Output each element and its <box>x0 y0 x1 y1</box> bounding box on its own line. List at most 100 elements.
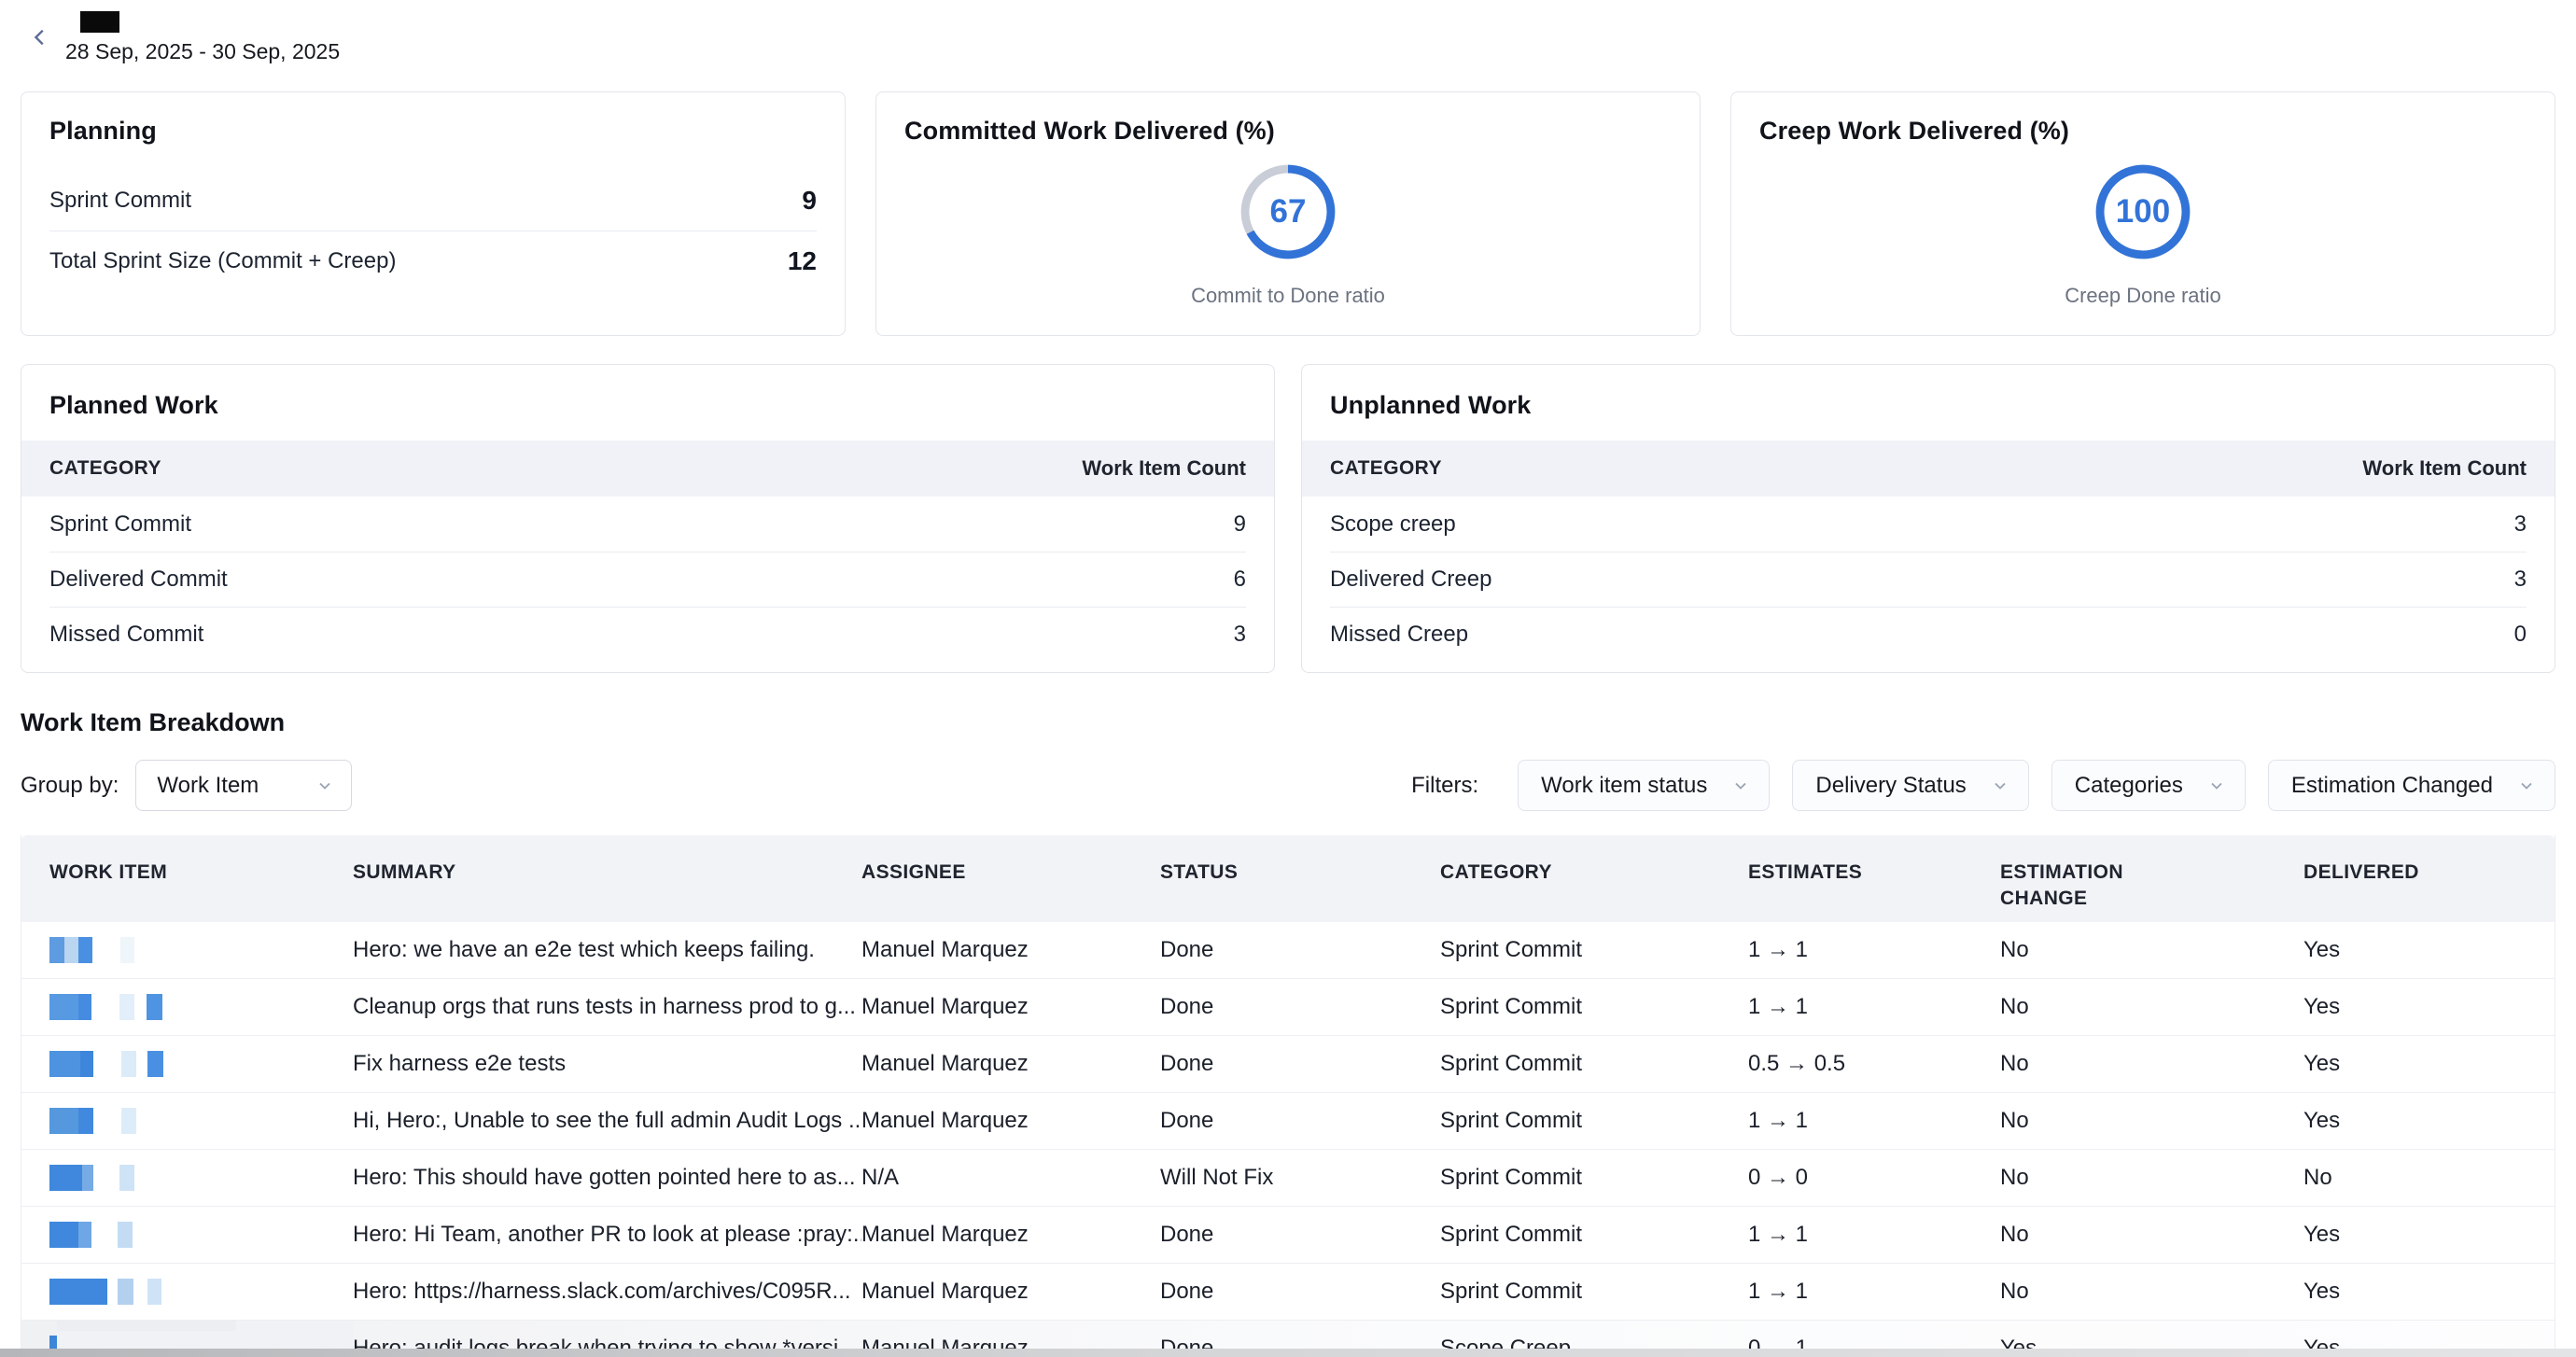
redacted-id-block <box>49 1108 78 1134</box>
table-row[interactable]: Hero: we have an e2e test which keeps fa… <box>21 922 2555 978</box>
redacted-id-block <box>147 994 162 1020</box>
count-column-header: Work Item Count <box>2362 456 2527 481</box>
planned-work-card: Planned Work CATEGORY Work Item Count Sp… <box>21 364 1275 673</box>
metric-label: Total Sprint Size (Commit + Creep) <box>49 248 396 274</box>
group-by-select[interactable]: Work Item <box>135 760 352 811</box>
assignee-cell: Manuel Marquez <box>861 1222 1160 1248</box>
creep-gauge: 100 <box>2093 162 2192 261</box>
work-item-id-redacted <box>49 1207 353 1263</box>
creep-gauge-caption: Creep Done ratio <box>1759 284 2527 308</box>
creep-work-card: Creep Work Delivered (%) 100 Creep Done … <box>1730 91 2555 336</box>
filter-work-item-status[interactable]: Work item status <box>1518 760 1770 811</box>
status-cell: Done <box>1160 1108 1440 1134</box>
work-item-id-redacted <box>49 1036 353 1092</box>
redaction-graybar <box>57 1321 236 1331</box>
category-cell: Sprint Commit <box>1440 1279 1748 1305</box>
committed-gauge-value: 67 <box>1239 162 1337 261</box>
delivered-cell: Yes <box>2303 1108 2555 1134</box>
table-row[interactable]: Cleanup orgs that runs tests in harness … <box>21 978 2555 1035</box>
assignee-cell: Manuel Marquez <box>861 1279 1160 1305</box>
table-row: Missed Commit 3 <box>49 607 1246 662</box>
table-row: Sprint Commit 9 <box>49 497 1246 552</box>
work-item-id-redacted <box>49 1150 353 1206</box>
category-column-header: CATEGORY <box>1330 457 1442 480</box>
metric-value: 9 <box>802 186 817 216</box>
redacted-id-block <box>78 1222 91 1248</box>
category-cell: Sprint Commit <box>1440 937 1748 963</box>
redacted-id-block <box>49 994 78 1020</box>
estimation-change-cell: No <box>2000 1279 2303 1305</box>
estimates-cell: 1 → 1 <box>1748 1222 2000 1248</box>
estimates-cell: 1 → 1 <box>1748 1108 2000 1134</box>
estimates-cell: 0.5 → 0.5 <box>1748 1051 2000 1077</box>
chevron-down-icon <box>1731 776 1750 795</box>
assignee-cell: Manuel Marquez <box>861 1108 1160 1134</box>
status-cell: Done <box>1160 937 1440 963</box>
committed-card-title: Committed Work Delivered (%) <box>904 117 1672 146</box>
redacted-id-block <box>147 1279 161 1305</box>
work-tables-row: Planned Work CATEGORY Work Item Count Sp… <box>21 364 2555 673</box>
table-row[interactable]: Fix harness e2e tests Manuel Marquez Don… <box>21 1035 2555 1092</box>
table-row[interactable]: Hi, Hero:, Unable to see the full admin … <box>21 1092 2555 1149</box>
table-header-row: WORK ITEM SUMMARY ASSIGNEE STATUS CATEGO… <box>21 835 2555 922</box>
estimates-cell: 1 → 1 <box>1748 1279 2000 1305</box>
table-row: Scope creep 3 <box>1330 497 2527 552</box>
estimation-change-cell: No <box>2000 937 2303 963</box>
count-cell: 3 <box>1234 622 1246 648</box>
planning-card-title: Planning <box>49 117 817 146</box>
summary-cell: Hero: https://harness.slack.com/archives… <box>353 1279 861 1305</box>
sprint-title-redacted <box>80 11 119 33</box>
work-item-id-redacted <box>49 979 353 1035</box>
redacted-id-block <box>80 1051 93 1077</box>
status-cell: Done <box>1160 994 1440 1020</box>
redacted-id-block <box>49 1222 78 1248</box>
count-cell: 6 <box>1234 567 1246 593</box>
count-cell: 9 <box>1234 511 1246 538</box>
chevron-down-icon <box>315 776 334 795</box>
count-cell: 3 <box>2514 511 2527 538</box>
table-row[interactable]: Hero: https://harness.slack.com/archives… <box>21 1263 2555 1320</box>
chevron-down-icon <box>2517 776 2536 795</box>
category-cell: Missed Creep <box>1330 622 1468 648</box>
assignee-cell: N/A <box>861 1165 1160 1191</box>
summary-cell: Hero: Hi Team, another PR to look at ple… <box>353 1222 861 1248</box>
redacted-id-block <box>49 937 64 963</box>
group-by-value: Work Item <box>157 773 259 799</box>
unplanned-work-title: Unplanned Work <box>1302 365 2555 441</box>
summary-cell: Hero: we have an e2e test which keeps fa… <box>353 937 861 963</box>
table-row[interactable]: Hero: Hi Team, another PR to look at ple… <box>21 1206 2555 1263</box>
redacted-id-block <box>78 1108 93 1134</box>
col-header-category: CATEGORY <box>1440 835 1748 886</box>
category-column-header: CATEGORY <box>49 457 161 480</box>
redacted-id-block <box>147 1051 163 1077</box>
category-cell: Missed Commit <box>49 622 203 648</box>
chevron-down-icon <box>2207 776 2226 795</box>
summary-cell: Fix harness e2e tests <box>353 1051 861 1077</box>
bottom-edge-band <box>0 1349 2576 1357</box>
summary-cell: Hi, Hero:, Unable to see the full admin … <box>353 1108 861 1134</box>
metric-row: Total Sprint Size (Commit + Creep) 12 <box>49 231 817 291</box>
filter-label: Delivery Status <box>1815 773 1966 799</box>
estimates-cell: 0 → 0 <box>1748 1165 2000 1191</box>
category-cell: Sprint Commit <box>1440 1051 1748 1077</box>
category-cell: Sprint Commit <box>1440 1222 1748 1248</box>
filter-delivery-status[interactable]: Delivery Status <box>1792 760 2028 811</box>
metric-label: Sprint Commit <box>49 188 191 214</box>
filter-estimation-changed[interactable]: Estimation Changed <box>2268 760 2555 811</box>
col-header-assignee: ASSIGNEE <box>861 835 1160 886</box>
work-item-table: WORK ITEM SUMMARY ASSIGNEE STATUS CATEGO… <box>21 835 2555 1357</box>
col-header-estimates: ESTIMATES <box>1748 835 2000 886</box>
filters-label: Filters: <box>1411 773 1478 799</box>
count-column-header: Work Item Count <box>1082 456 1246 481</box>
table-row[interactable]: Hero: This should have gotten pointed he… <box>21 1149 2555 1206</box>
page-header: 28 Sep, 2025 - 30 Sep, 2025 <box>0 0 2576 84</box>
sprint-date-range: 28 Sep, 2025 - 30 Sep, 2025 <box>65 39 340 64</box>
back-button[interactable] <box>24 22 56 54</box>
metric-value: 12 <box>788 246 817 276</box>
delivered-cell: Yes <box>2303 1222 2555 1248</box>
filter-categories[interactable]: Categories <box>2051 760 2246 811</box>
filter-label: Work item status <box>1541 773 1707 799</box>
planned-work-title: Planned Work <box>21 365 1274 441</box>
summary-cards-row: Planning Sprint Commit 9 Total Sprint Si… <box>21 91 2555 336</box>
estimation-change-cell: No <box>2000 1165 2303 1191</box>
